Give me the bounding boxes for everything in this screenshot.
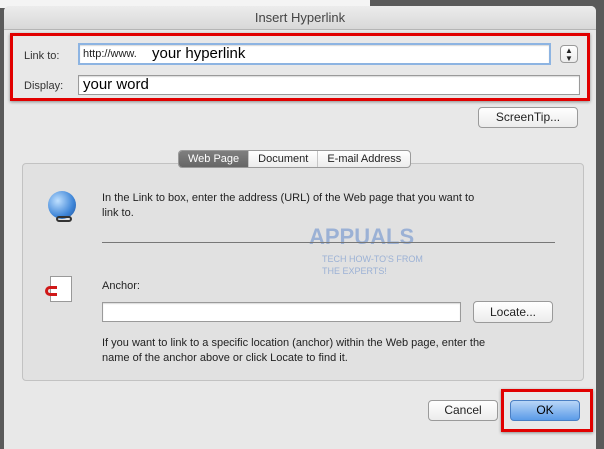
section-divider [102, 242, 555, 243]
link-history-stepper[interactable]: ▲ ▼ [560, 45, 578, 63]
insert-hyperlink-dialog: Insert Hyperlink Link to: http://www. yo… [4, 6, 596, 449]
watermark-brand: APPUALS [309, 224, 415, 249]
ok-button[interactable]: OK [510, 400, 580, 421]
watermark-tagline: TECH HOW-TO'S FROM THE EXPERTS! [322, 254, 423, 276]
cancel-button[interactable]: Cancel [428, 400, 498, 421]
link-to-input[interactable]: http://www. your hyperlink [78, 43, 551, 65]
display-label: Display: [24, 80, 64, 92]
chain-link-icon [56, 216, 72, 222]
globe-link-icon [48, 191, 76, 219]
tab-web-page[interactable]: Web Page [179, 151, 250, 167]
anchor-arrow-icon [45, 286, 57, 296]
anchor-help-text: If you want to link to a specific locati… [102, 337, 486, 364]
link-value: your hyperlink [152, 45, 246, 62]
locate-button[interactable]: Locate... [473, 301, 553, 323]
dialog-title: Insert Hyperlink [4, 6, 596, 30]
display-input[interactable]: your word [78, 75, 580, 95]
stepper-arrows-icon: ▲ ▼ [565, 46, 573, 63]
tab-email-address[interactable]: E-mail Address [318, 151, 410, 167]
anchor-input[interactable] [102, 302, 461, 322]
tab-document[interactable]: Document [249, 151, 319, 167]
anchor-label: Anchor: [102, 280, 140, 292]
web-page-instruction: In the Link to box, enter the address (U… [102, 192, 475, 219]
link-to-label: Link to: [24, 50, 60, 62]
screentip-button[interactable]: ScreenTip... [478, 107, 578, 128]
link-prefix: http://www. [83, 48, 137, 60]
display-value: your word [83, 76, 149, 93]
link-type-tabs: Web Page Document E-mail Address [178, 150, 412, 168]
